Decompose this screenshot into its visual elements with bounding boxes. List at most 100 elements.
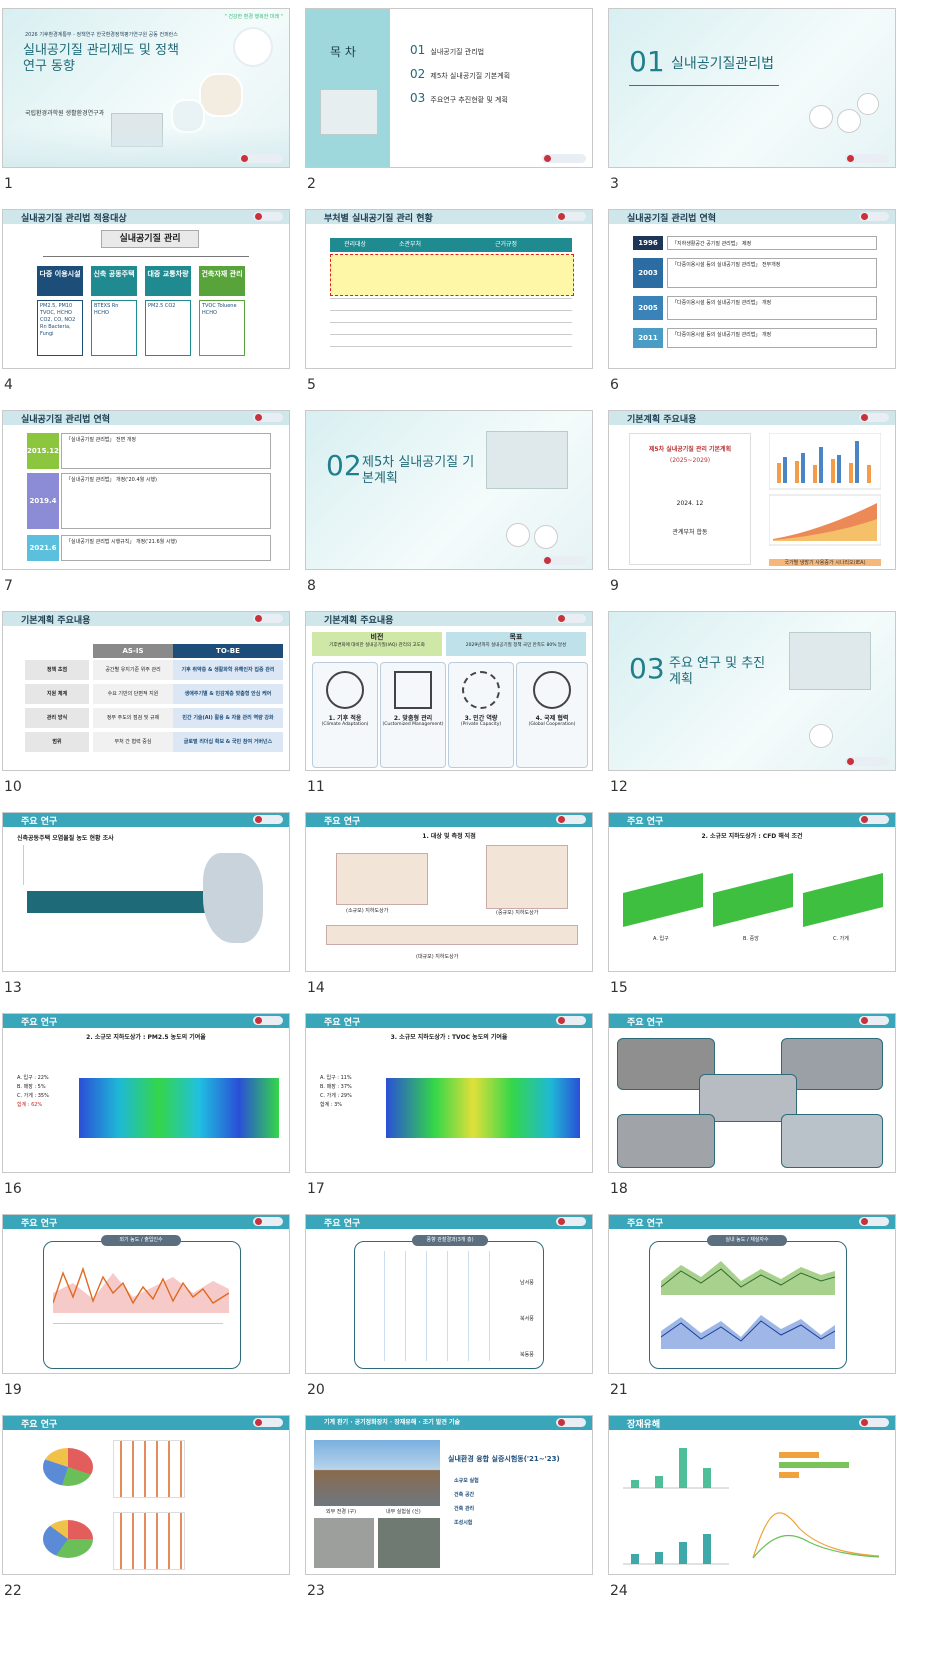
slide-thumbnail-7[interactable]: 실내공기질 관리법 연혁 2015.12 「실내공기질 관리법」 전면 개정 2… [0, 402, 290, 594]
slide-1-image-circle-1 [233, 27, 273, 67]
slide-23-photo-b [378, 1518, 440, 1568]
slide-thumbnail-10[interactable]: 기본계획 주요내용 AS-IS TO-BE 정책 초점 공간별 유지기준 위주 관… [0, 603, 290, 795]
slide-23-caption-2: 내부 실험실 (신) [386, 1509, 421, 1515]
slide-20-logo-icon [556, 1217, 586, 1226]
slide-thumbnail-20[interactable]: 주요 연구 풍향 관찰결과(3개 층) 남서풍 북서풍 북동풍 20 [303, 1206, 593, 1398]
slide-thumbnail-1[interactable]: " 건강한 환경 행복한 미래 " 2026 기후환경계통부 - 정책연구 한국… [0, 0, 290, 192]
slide-9-charts [769, 433, 881, 546]
slide-number-3: 3 [610, 176, 619, 192]
slide-thumbnail-8[interactable]: 02 제5차 실내공기질 기본계획 8 [303, 402, 593, 594]
pillar-title-2: 2. 맞춤형 관리 [393, 715, 433, 722]
slide-16-list: A. 입구 : 22% B. 매장 : 5% C. 가게 : 35% 합계 : … [17, 1074, 49, 1110]
slide-thumbnail-19[interactable]: 주요 연구 외기 농도 / 출입인수 19 [0, 1206, 290, 1398]
slide-thumbnail-5[interactable]: 부처별 실내공기질 관리 현황 관리대상 소관부처 근거규정 5 [303, 201, 593, 393]
slide-19-timeseries [53, 1266, 229, 1313]
slide-3-icon-bus [857, 93, 879, 115]
slide-12-section-title: 주요 연구 및 추진 계획 [669, 656, 766, 687]
slide-thumbnail-6[interactable]: 실내공기질 관리법 연혁 1996 「지하생활공간 공기질 관리법」 제정 20… [606, 201, 896, 393]
slide-3-canvas: 01 실내공기질관리법 [608, 8, 896, 168]
slide-thumbnail-2[interactable]: 목 차 01 실내공기질 관리법 02 제5차 실내공기질 기본계획 03 주요… [303, 0, 593, 192]
s24-bar [655, 1552, 663, 1564]
slide-24-left-charts [623, 1448, 729, 1565]
slide-11-vision: 비전 [370, 633, 384, 641]
s9-bar [795, 461, 799, 483]
slide-number-6: 6 [610, 377, 619, 393]
slide-number-21: 21 [610, 1382, 628, 1398]
slide-11-goal-box: 목표 2029년까지 실내공기질 정책 국민 만족도 80% 달성 [446, 632, 586, 656]
col-header-1: 관리대상 [343, 241, 367, 248]
slide-14-logo-icon [556, 815, 586, 824]
toc-no-1: 01 [410, 43, 426, 57]
toc-text-2: 제5차 실내공기질 기본계획 [430, 72, 511, 80]
slide-number-24: 24 [610, 1583, 628, 1599]
s24-bar [703, 1534, 711, 1564]
slide-22-pie-1 [43, 1448, 93, 1486]
slide-5-rule-4 [330, 334, 572, 335]
slide-17-contour-map [386, 1078, 580, 1138]
slide-15-subtitle: 2. 소규모 지하도상가 : CFD 해석 조건 [701, 833, 803, 840]
slide-thumbnail-13[interactable]: 주요 연구 신축공동주택 오염물질 농도 현황 조사 13 [0, 804, 290, 996]
slide-thumbnail-15[interactable]: 주요 연구 2. 소규모 지하도상가 : CFD 해석 조건 A. 입구 B. … [606, 804, 896, 996]
slide-4-cat-3: 대중 교통차량 [145, 266, 191, 296]
slide-5-canvas: 부처별 실내공기질 관리 현황 관리대상 소관부처 근거규정 [305, 209, 593, 369]
s24-bar [679, 1542, 687, 1564]
slide-4-header: 실내공기질 관리법 적용대상 [21, 214, 127, 224]
slide-9-header: 기본계획 주요내용 [627, 415, 697, 425]
row-asis-3: 정부 주도의 점검 및 규제 [93, 708, 173, 728]
gear-icon [462, 671, 500, 709]
slide-15-canvas: 주요 연구 2. 소규모 지하도상가 : CFD 해석 조건 A. 입구 B. … [608, 812, 896, 972]
slide-7-text-2: 「실내공기질 관리법」 개정('20.4월 시행) [61, 473, 271, 529]
slide-thumbnail-24[interactable]: 장재유해 24 [606, 1407, 896, 1599]
slide-21-panel-title: 실내 농도 / 재실자수 [707, 1235, 787, 1246]
slide-thumbnail-12[interactable]: 03 주요 연구 및 추진 계획 12 [606, 603, 896, 795]
row-tobe-4: 글로벌 리더십 확보 & 국민 참여 거버넌스 [173, 732, 283, 752]
slide-17-header: 주요 연구 [324, 1018, 361, 1028]
slide-1-title: 실내공기질 관리제도 및 정책연구 동향 [23, 43, 179, 74]
slide-22-pie-2 [43, 1520, 93, 1558]
slide-19-header-bar: 주요 연구 [3, 1215, 289, 1229]
pillar-en-4: (Global Cooperation) [528, 722, 576, 727]
slide-4-logo-icon [253, 212, 283, 221]
slide-thumbnail-9[interactable]: 기본계획 주요내용 제5차 실내공기질 관리 기본계획 (2025~2029) … [606, 402, 896, 594]
slide-7-year-1: 2015.12 [27, 433, 59, 469]
slide-thumbnail-14[interactable]: 주요 연구 1. 대상 및 측정 지점 (소규모) 지하도상가 (중규모) 지하… [303, 804, 593, 996]
slide-10-header: 기본계획 주요내용 [21, 616, 91, 626]
slide-21-logo-icon [859, 1217, 889, 1226]
s24-hbar [779, 1472, 799, 1478]
slide-2-toc-label: 목 차 [330, 45, 356, 59]
slide-18-logo-icon [859, 1016, 889, 1025]
slide-15-label-b: B. 중앙 [743, 936, 759, 942]
slide-number-11: 11 [307, 779, 325, 795]
slide-2-room-illustration [320, 89, 378, 135]
slide-24-header: 장재유해 [627, 1420, 661, 1430]
slide-7-header: 실내공기질 관리법 연혁 [21, 415, 111, 425]
slide-14-label-1: (소규모) 지하도상가 [346, 908, 389, 914]
slide-thumbnail-22[interactable]: 주요 연구 22 [0, 1407, 290, 1599]
slide-thumbnail-21[interactable]: 주요 연구 실내 농도 / 재실자수 21 [606, 1206, 896, 1398]
row-label-2: 지원 체계 [25, 684, 89, 704]
slide-number-2: 2 [307, 176, 316, 192]
slide-thumbnail-18[interactable]: 주요 연구 18 [606, 1005, 896, 1197]
slide-11-header-bar: 기본계획 주요내용 [306, 612, 592, 626]
slide-4-items-2: BTEXS Rn HCHO [91, 300, 137, 356]
slide-1-tag: " 건강한 환경 행복한 미래 " [224, 14, 283, 20]
s9-bar [813, 465, 817, 483]
slide-thumbnail-11[interactable]: 기본계획 주요내용 비전 기후변화에 대비한 실내공기질(IAQ) 관리의 고도… [303, 603, 593, 795]
toc-item-2: 02 제5차 실내공기질 기본계획 [410, 63, 510, 87]
s23-step-2: 건축 공간 [454, 1492, 475, 1498]
slide-4-connector [43, 256, 249, 257]
toc-no-2: 02 [410, 67, 426, 81]
slide-thumbnail-16[interactable]: 주요 연구 2. 소규모 지하도상가 : PM2.5 농도의 기여율 A. 입구… [0, 1005, 290, 1197]
slide-thumbnail-3[interactable]: 01 실내공기질관리법 3 [606, 0, 896, 192]
slide-sorter-grid: " 건강한 환경 행복한 미래 " 2026 기후환경계통부 - 정책연구 한국… [0, 0, 946, 1680]
slide-thumbnail-17[interactable]: 주요 연구 3. 소규모 지하도상가 : TVOC 농도의 기여율 A. 입구 … [303, 1005, 593, 1197]
slide-thumbnail-23[interactable]: 기계 환기 · 공기정화장치 · 장재유해 · 조기 발견 기술 외부 전경 (… [303, 1407, 593, 1599]
slide-23-logo-icon [556, 1418, 586, 1427]
pillar-title-4: 4. 국제 협력 [535, 715, 569, 722]
slide-23-building-photo [314, 1440, 440, 1506]
row-tobe-3: 민간 기술(AI) 활용 & 자율 관리 역량 강화 [173, 708, 283, 728]
row-label-4: 범위 [25, 732, 89, 752]
slide-thumbnail-4[interactable]: 실내공기질 관리법 적용대상 실내공기질 관리 다중 이용시설 신축 공동주택 … [0, 201, 290, 393]
slide-8-icon-building [506, 523, 530, 547]
slide-23-photo-a [314, 1518, 374, 1568]
